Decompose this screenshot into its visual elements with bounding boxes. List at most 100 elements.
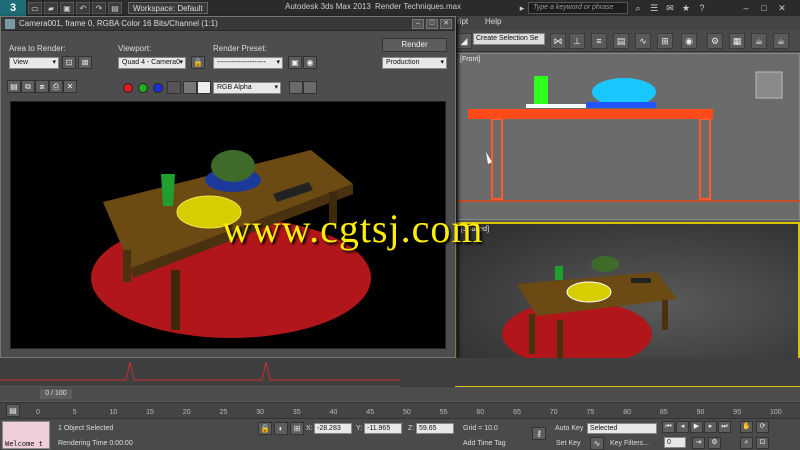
maxscript-listener[interactable]: Welcome t (2, 421, 50, 449)
isolate-icon[interactable]: ◐ (274, 422, 288, 435)
graphite-tools-icon[interactable]: ▤ (613, 33, 629, 49)
minimize-icon[interactable]: – (412, 19, 424, 29)
maximize-icon[interactable]: □ (426, 19, 438, 29)
save-image-icon[interactable]: ▤ (7, 80, 21, 93)
workspace-dropdown[interactable]: Workspace: Default (128, 2, 208, 14)
x-coordinate-field[interactable]: -28.283 (314, 423, 352, 434)
help-icon[interactable]: ? (696, 2, 708, 14)
environment-icon[interactable]: ◉ (303, 56, 317, 69)
orbit-icon[interactable]: ⟳ (756, 421, 769, 433)
display-channel-dropdown[interactable]: RGB Alpha (213, 82, 281, 94)
green-channel-toggle[interactable] (138, 83, 148, 93)
mirror-icon[interactable]: ⋈ (550, 33, 566, 49)
snap-toggle-icon[interactable]: ◢ (456, 33, 472, 49)
search-icon[interactable]: ⌕ (632, 2, 644, 14)
render-mode-dropdown[interactable]: Production (382, 57, 447, 69)
material-editor-icon[interactable]: ◉ (681, 33, 697, 49)
y-coordinate-field[interactable]: -11.965 (364, 423, 402, 434)
key-filters-button[interactable]: Key Filters... (610, 440, 649, 447)
subscription-icon[interactable]: ☰ (648, 2, 660, 14)
layer-manager-icon[interactable]: ≡ (591, 33, 607, 49)
communication-icon[interactable]: ✉ (664, 2, 676, 14)
toggle-ui-overlay-icon[interactable] (289, 81, 303, 94)
named-selection-set-dropdown[interactable]: Create Selection Se (473, 33, 545, 45)
auto-key-button[interactable]: Auto Key (555, 425, 583, 432)
render-preset-dropdown[interactable]: --------------------- (213, 57, 283, 69)
menu-item-maxscript[interactable]: ript (457, 17, 468, 26)
track-view-strip[interactable] (0, 358, 800, 386)
copy-image-icon[interactable]: ⧉ (21, 80, 35, 93)
absolute-mode-icon[interactable]: ⊞ (290, 422, 304, 435)
project-folder-icon[interactable]: ▤ (108, 2, 122, 14)
z-coordinate-field[interactable]: 59.65 (416, 423, 454, 434)
ruler-tick-label: 50 (403, 409, 411, 416)
time-slider[interactable]: 0 / 100 (0, 387, 800, 401)
clear-icon[interactable]: ✕ (63, 80, 77, 93)
minimize-icon[interactable]: – (740, 2, 752, 14)
viewcube-icon[interactable] (755, 71, 783, 99)
set-key-button[interactable]: Set Key (556, 440, 581, 447)
alpha-channel-toggle[interactable] (167, 81, 181, 94)
key-curve-icon[interactable]: ∿ (590, 437, 604, 450)
previous-frame-icon[interactable]: ◂ (676, 421, 689, 433)
time-configuration-icon[interactable]: ⚙ (708, 437, 721, 449)
app-title: Autodesk 3ds Max 2013 (285, 2, 371, 11)
info-center-icon[interactable]: ▸ (516, 2, 528, 14)
red-channel-toggle[interactable] (123, 83, 133, 93)
edit-region-icon[interactable]: ⊡ (62, 56, 76, 69)
cup-front (534, 76, 548, 104)
render-iterative-icon[interactable]: ☕ (773, 33, 789, 49)
key-mode-toggle-icon[interactable]: ⇥ (692, 437, 705, 449)
viewport-dropdown[interactable]: Quad 4 - Camera0 (118, 57, 186, 69)
toggle-ui-icon[interactable] (303, 81, 317, 94)
maximize-icon[interactable]: □ (758, 2, 770, 14)
render-setup-icon[interactable]: ⚙ (707, 33, 723, 49)
save-file-icon[interactable]: ▣ (60, 2, 74, 14)
print-image-icon[interactable]: ⎙ (49, 80, 63, 93)
close-icon[interactable]: ✕ (776, 2, 788, 14)
render-production-icon[interactable]: ☕ (751, 33, 767, 49)
go-to-end-icon[interactable]: ⏭ (718, 421, 731, 433)
redo-icon[interactable]: ↷ (92, 2, 106, 14)
open-file-icon[interactable]: ▰ (44, 2, 58, 14)
play-icon[interactable]: ▶ (690, 421, 703, 433)
area-to-render-dropdown[interactable]: View (9, 57, 59, 69)
timeline-ruler[interactable]: ▤ 0 5 10 15 20 25 30 35 40 45 50 55 60 65 70 75 80 85 90 95… (0, 402, 800, 418)
lock-icon[interactable]: 🔒 (191, 56, 205, 69)
render-window-titlebar[interactable]: Camera001, frame 0, RGBA Color 16 Bits/C… (1, 17, 455, 31)
swatch-icon[interactable] (197, 81, 211, 94)
ruler-tick-label: 55 (439, 409, 448, 416)
current-frame-field[interactable]: 0 (664, 437, 686, 448)
monochrome-toggle[interactable] (183, 81, 197, 94)
close-icon[interactable]: ✕ (440, 19, 452, 29)
add-time-tag-button[interactable]: Add Time Tag (463, 440, 506, 447)
key-mode-dropdown[interactable]: Selected (587, 423, 657, 434)
key-icon[interactable]: ⚷ (532, 427, 546, 440)
front-viewport[interactable]: [Front] (455, 53, 800, 220)
favorites-icon[interactable]: ★ (680, 2, 692, 14)
selection-lock-icon[interactable]: 🔒 (258, 422, 272, 435)
auto-region-icon[interactable]: ⊠ (78, 56, 92, 69)
go-to-start-icon[interactable]: ⏮ (662, 421, 675, 433)
curve-editor-icon[interactable]: ∿ (635, 33, 651, 49)
menu-item-help[interactable]: Help (485, 17, 501, 26)
time-slider-thumb[interactable]: 0 / 100 (40, 389, 72, 399)
align-icon[interactable]: ⊥ (569, 33, 585, 49)
new-file-icon[interactable]: ▭ (28, 2, 42, 14)
search-input[interactable]: Type a keyword or phrase (528, 2, 628, 14)
blue-channel-toggle[interactable] (153, 83, 163, 93)
maximize-viewport-icon[interactable]: ⊡ (756, 437, 769, 449)
pan-icon[interactable]: ✋ (740, 421, 753, 433)
zoom-icon[interactable]: ⌕ (740, 437, 753, 449)
mini-curve-editor-icon[interactable]: ▤ (6, 404, 20, 417)
undo-icon[interactable]: ↶ (76, 2, 90, 14)
table-leg (123, 250, 131, 282)
clone-window-icon[interactable]: ⧈ (35, 80, 49, 93)
render-setup-icon[interactable]: ▣ (288, 56, 302, 69)
app-logo-icon[interactable]: 3 (0, 0, 26, 16)
plant (591, 256, 619, 272)
rendered-frame-window-icon[interactable]: ▦ (729, 33, 745, 49)
next-frame-icon[interactable]: ▸ (704, 421, 717, 433)
render-button[interactable]: Render (382, 38, 447, 52)
schematic-view-icon[interactable]: ⊞ (657, 33, 673, 49)
